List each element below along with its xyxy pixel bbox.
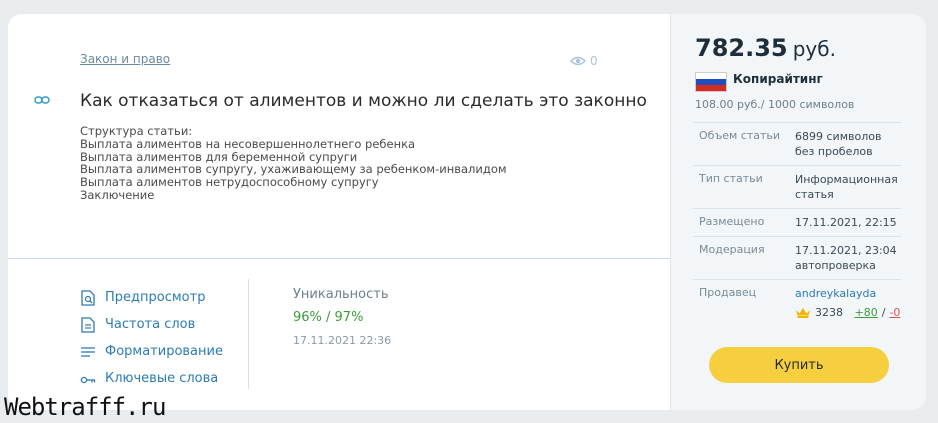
property-row: Тип статьи Информационная статья — [693, 165, 901, 208]
buy-button[interactable]: Купить — [709, 347, 889, 383]
property-key: Модерация — [699, 243, 765, 256]
formatting-action[interactable]: Форматирование — [80, 338, 223, 365]
article-panel: Закон и право 0 Как отказаться от алимен… — [8, 14, 670, 410]
keywords-action[interactable]: Ключевые слова — [80, 365, 223, 392]
watermark: Webtrafff.ru — [4, 393, 166, 421]
preview-icon — [80, 289, 96, 306]
keywords-label: Ключевые слова — [105, 371, 219, 386]
property-row: Объем статьи 6899 символов без пробелов — [693, 122, 901, 165]
property-value: 17.11.2021, 23:04 автопроверка — [795, 244, 897, 272]
key-icon — [80, 371, 96, 387]
preview-action[interactable]: Предпросмотр — [80, 284, 223, 311]
word-frequency-label: Частота слов — [105, 317, 196, 332]
price-rate: 108.00 руб./ 1000 символов — [695, 98, 855, 111]
price: 782.35 руб. — [695, 34, 836, 62]
preview-label: Предпросмотр — [105, 290, 206, 305]
category-link[interactable]: Закон и право — [80, 52, 170, 66]
price-currency: руб. — [792, 37, 836, 61]
seller-info: andreykalayda 3238 +80 / -0 — [795, 286, 901, 320]
vertical-divider — [248, 279, 249, 389]
property-row: Размещено 17.11.2021, 22:15 — [693, 208, 901, 236]
seller-key: Продавец — [699, 286, 757, 299]
offer-category: Копирайтинг — [733, 72, 823, 86]
seller-row: Продавец andreykalayda 3238 +80 / -0 — [693, 279, 901, 326]
views-counter: 0 — [570, 54, 598, 68]
crown-icon — [796, 308, 810, 318]
eye-icon — [570, 56, 586, 66]
property-key: Объем статьи — [699, 129, 781, 142]
reviews-separator: / — [881, 306, 886, 319]
divider — [8, 258, 670, 259]
property-row: Модерация 17.11.2021, 23:04 автопроверка — [693, 236, 901, 279]
article-card: Закон и право 0 Как отказаться от алимен… — [8, 14, 926, 410]
article-title[interactable]: Как отказаться от алиментов и можно ли с… — [80, 91, 647, 111]
seller-rating: 3238 — [815, 306, 843, 319]
russia-flag-icon — [695, 72, 727, 92]
price-amount: 782.35 — [695, 34, 788, 62]
uniqueness-label: Уникальность — [293, 287, 389, 302]
uniqueness-date: 17.11.2021 22:36 — [293, 334, 392, 347]
word-frequency-action[interactable]: Частота слов — [80, 311, 223, 338]
property-key: Размещено — [699, 215, 765, 228]
seller-stats: 3238 +80 / -0 — [795, 305, 901, 320]
align-icon — [80, 344, 96, 360]
views-count: 0 — [590, 54, 598, 68]
actions-list: Предпросмотр Частота слов Форматирование… — [80, 284, 223, 392]
offer-panel: 782.35 руб. Копирайтинг 108.00 руб./ 100… — [670, 14, 926, 410]
formatting-label: Форматирование — [105, 344, 223, 359]
property-key: Тип статьи — [699, 172, 763, 185]
link-icon[interactable] — [34, 95, 50, 105]
seller-name-link[interactable]: andreykalayda — [795, 286, 901, 301]
positive-reviews-link[interactable]: +80 — [855, 305, 878, 320]
property-value: 6899 символов без пробелов — [795, 130, 882, 158]
property-value: 17.11.2021, 22:15 — [795, 216, 897, 229]
article-structure: Структура статьи: Выплата алиментов на н… — [80, 124, 507, 202]
negative-reviews-link[interactable]: -0 — [889, 305, 900, 320]
uniqueness-value: 96% / 97% — [293, 310, 364, 325]
property-value: Информационная статья — [795, 173, 898, 201]
document-icon — [80, 316, 96, 333]
properties-table: Объем статьи 6899 символов без пробелов … — [693, 122, 901, 326]
flag-stripe-red — [696, 85, 726, 91]
